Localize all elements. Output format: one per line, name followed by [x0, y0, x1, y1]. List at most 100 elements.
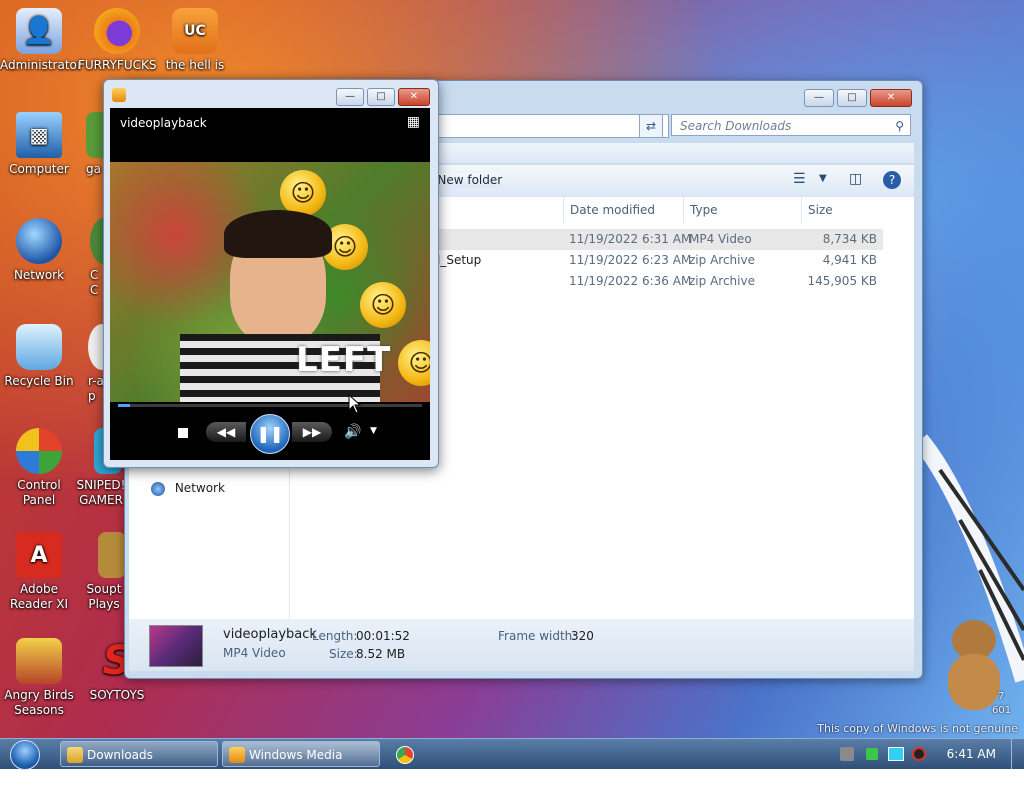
close-button[interactable]: ✕	[398, 88, 430, 106]
app-icon	[98, 532, 126, 578]
player-title: videoplayback	[120, 116, 207, 130]
file-size: 8,734 KB	[822, 232, 877, 246]
desktop-icon-label: Soupt Plays	[86, 582, 122, 611]
watermark-extra-line: 7	[998, 691, 1005, 702]
tray-app-icon[interactable]	[840, 747, 854, 761]
refresh-button[interactable]: ⇄	[639, 114, 663, 138]
file-date: 11/19/2022 6:23 AM	[569, 253, 692, 267]
search-icon[interactable]: ⚲	[895, 115, 904, 137]
desktop-icon-angry-birds[interactable]: Angry Birds Seasons	[0, 638, 78, 718]
minimize-button[interactable]: —	[804, 89, 834, 107]
file-size: 145,905 KB	[807, 274, 877, 288]
file-size: 4,941 KB	[822, 253, 877, 267]
desktop-icon-label: Angry Birds Seasons	[4, 688, 74, 717]
switch-to-library-icon[interactable]: ▦	[407, 114, 420, 130]
angry-birds-icon	[16, 638, 62, 684]
pause-button[interactable]: ❚❚	[250, 414, 290, 454]
minimize-button[interactable]: —	[336, 88, 364, 106]
media-player-window[interactable]: — □ ✕ videoplayback ▦ ☺ ☺ ☺ ☺ LEFT ◀◀ ❚❚…	[103, 79, 439, 468]
show-desktop-button[interactable]	[1011, 739, 1024, 769]
gopher-mascot-image	[944, 620, 1004, 710]
smiley-face-image: ☺	[280, 170, 326, 216]
file-row[interactable]: 11/19/2022 6:31 AM MP4 Video 8,734 KB	[435, 229, 883, 250]
desktop-icon-label: Control Panel	[17, 478, 61, 507]
mouse-cursor-icon	[348, 394, 362, 414]
desktop-icon-soupt-plays[interactable]: Soupt Plays	[84, 532, 126, 612]
tray-display-icon[interactable]	[888, 747, 904, 761]
close-button[interactable]: ✕	[870, 89, 912, 107]
desktop-icon-label: SOYTOYS	[89, 688, 145, 702]
tray-recorder-icon[interactable]	[912, 747, 926, 761]
desktop-icon-label: SNIPED! GAMER	[76, 478, 126, 507]
details-frame-label: Frame width:	[498, 629, 577, 643]
desktop-icon-label: the hell is	[165, 58, 225, 72]
desktop-icon-network[interactable]: Network	[0, 218, 78, 283]
taskbar-item-media-player[interactable]: Windows Media Player	[222, 741, 380, 788]
search-input[interactable]: Search Downloads ⚲	[671, 114, 911, 136]
new-folder-button[interactable]: NeNew folder	[435, 173, 503, 187]
chevron-down-icon[interactable]: ▼	[819, 173, 827, 184]
chrome-icon[interactable]	[396, 746, 414, 764]
fast-forward-button[interactable]: ▶▶	[292, 422, 332, 442]
file-type: zip Archive	[689, 274, 755, 288]
details-size-label: Size:	[329, 647, 358, 661]
desktop-icon-control-panel[interactable]: Control Panel	[0, 428, 78, 508]
adobe-reader-icon: A	[16, 532, 62, 578]
volume-icon[interactable]: 🔊	[344, 424, 361, 440]
desktop-icon-label: Computer	[9, 162, 69, 176]
stop-button[interactable]	[178, 428, 188, 438]
desktop-icon-recycle-bin[interactable]: Recycle Bin	[0, 324, 78, 389]
smiley-face-image: ☺	[360, 282, 406, 328]
system-tray: 6:41 AM	[834, 739, 1024, 769]
recycle-bin-icon	[16, 324, 62, 370]
uc-browser-icon: UC	[172, 8, 218, 54]
video-thumbnail	[149, 625, 203, 667]
desktop-icon-uc-browser[interactable]: UC the hell is	[156, 8, 234, 73]
watermark-extra-line: 601	[992, 705, 1012, 716]
address-bar[interactable]: ▼	[435, 114, 669, 138]
preview-pane-icon[interactable]: ◫	[849, 171, 862, 187]
tray-network-icon[interactable]	[866, 748, 878, 760]
details-length: 00:01:52	[356, 629, 410, 643]
desktop-icon-adobe-reader[interactable]: A Adobe Reader XI	[0, 532, 78, 612]
desktop-icon-computer[interactable]: ▩ Computer	[0, 112, 78, 177]
clock[interactable]: 6:41 AM	[947, 739, 996, 769]
rewind-button[interactable]: ◀◀	[206, 422, 246, 442]
seek-bar[interactable]	[118, 404, 422, 407]
network-globe-icon	[16, 218, 62, 264]
desktop-icon-label: Recycle Bin	[4, 374, 74, 388]
details-size: 8.52 MB	[356, 647, 406, 661]
column-header-size[interactable]: Size	[801, 197, 881, 223]
media-player-app-icon	[112, 88, 126, 102]
file-type: zip Archive	[689, 253, 755, 267]
desktop-icon-label: Adobe Reader XI	[9, 582, 69, 611]
view-options-icon[interactable]: ☰	[793, 171, 806, 187]
watermark-extra: 7 601	[992, 690, 1011, 718]
file-row[interactable]: 11/19/2022 6:36 AM zip Archive 145,905 K…	[435, 271, 883, 292]
nav-item-network[interactable]: Network	[151, 481, 225, 496]
file-row[interactable]: l_Setup 11/19/2022 6:23 AM zip Archive 4…	[435, 250, 883, 271]
seek-bar-progress	[118, 404, 131, 407]
chevron-down-icon[interactable]: ▼	[370, 426, 377, 436]
column-header-date[interactable]: Date modified	[563, 197, 683, 223]
video-frame[interactable]: ☺ ☺ ☺ ☺ LEFT	[110, 162, 430, 402]
video-overlay-text: LEFT	[296, 340, 392, 380]
desktop-icon-label: FURRYFUCKS	[78, 58, 157, 72]
desktop-icon-firefox[interactable]: FURRYFUCKS	[78, 8, 156, 73]
start-button[interactable]	[4, 739, 46, 770]
media-player-icon	[229, 747, 245, 763]
computer-icon: ▩	[16, 112, 62, 158]
desktop-icon-administrator[interactable]: 👤 Administrator	[0, 8, 82, 73]
column-header-type[interactable]: Type	[683, 197, 801, 223]
search-placeholder: Search Downloads	[680, 119, 792, 133]
maximize-button[interactable]: □	[367, 88, 395, 106]
windows-logo-icon	[10, 740, 40, 770]
player-surface: videoplayback ▦ ☺ ☺ ☺ ☺ LEFT ◀◀ ❚❚ ▶▶ 🔊 …	[110, 108, 430, 460]
help-icon[interactable]: ?	[883, 171, 901, 189]
maximize-button[interactable]: □	[837, 89, 867, 107]
file-date: 11/19/2022 6:31 AM	[569, 232, 692, 246]
file-name: l_Setup	[437, 253, 482, 267]
new-folder-label: New folder	[437, 173, 503, 187]
taskbar-item-downloads[interactable]: Downloads	[60, 741, 218, 767]
file-type: MP4 Video	[689, 232, 752, 246]
